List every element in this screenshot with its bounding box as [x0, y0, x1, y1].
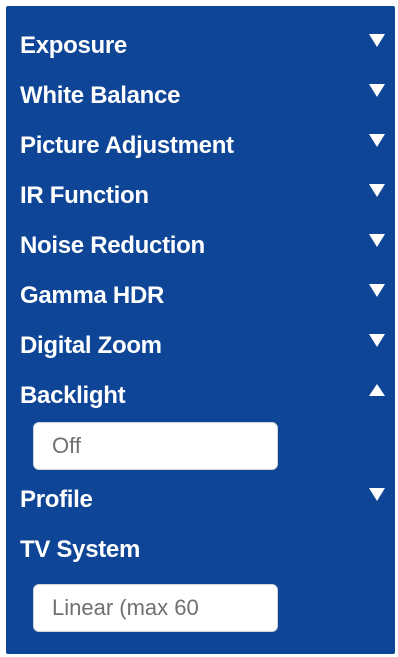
menu-item-noise-reduction[interactable]: Noise Reduction: [20, 226, 386, 266]
menu-item-label: Backlight: [20, 382, 126, 409]
menu-item-profile[interactable]: Profile: [20, 480, 386, 520]
menu-item-exposure[interactable]: Exposure: [20, 26, 386, 66]
menu-item-gamma-hdr[interactable]: Gamma HDR: [20, 276, 386, 316]
menu-item-ir-function[interactable]: IR Function: [20, 176, 386, 216]
menu-item-label: Digital Zoom: [20, 332, 162, 359]
menu-item-label: Picture Adjustment: [20, 132, 234, 159]
triangle-down-icon: [368, 132, 386, 148]
triangle-down-icon: [368, 486, 386, 502]
menu-item-label: White Balance: [20, 82, 181, 109]
backlight-select[interactable]: Off: [33, 422, 278, 470]
triangle-down-icon: [368, 332, 386, 348]
settings-panel: Exposure White Balance Picture Adjustmen…: [6, 6, 395, 654]
menu-item-label: Exposure: [20, 32, 127, 59]
menu-item-picture-adjustment[interactable]: Picture Adjustment: [20, 126, 386, 166]
triangle-down-icon: [368, 32, 386, 48]
backlight-select-value: Off: [52, 433, 81, 458]
triangle-down-icon: [368, 182, 386, 198]
triangle-down-icon: [368, 232, 386, 248]
menu-item-label: Noise Reduction: [20, 232, 205, 259]
menu-item-label: Profile: [20, 486, 93, 513]
triangle-down-icon: [368, 82, 386, 98]
menu-item-backlight[interactable]: Backlight: [20, 376, 386, 416]
menu-item-label: TV System: [20, 536, 141, 563]
triangle-down-icon: [368, 282, 386, 298]
menu-item-label: IR Function: [20, 182, 149, 209]
triangle-up-icon: [368, 382, 386, 398]
menu-item-label: Gamma HDR: [20, 282, 165, 309]
menu-item-tv-system[interactable]: TV System: [20, 530, 386, 570]
tv-system-select-value: Linear (max 60: [52, 595, 199, 620]
menu-item-white-balance[interactable]: White Balance: [20, 76, 386, 116]
tv-system-select[interactable]: Linear (max 60: [33, 584, 278, 632]
menu-item-digital-zoom[interactable]: Digital Zoom: [20, 326, 386, 366]
